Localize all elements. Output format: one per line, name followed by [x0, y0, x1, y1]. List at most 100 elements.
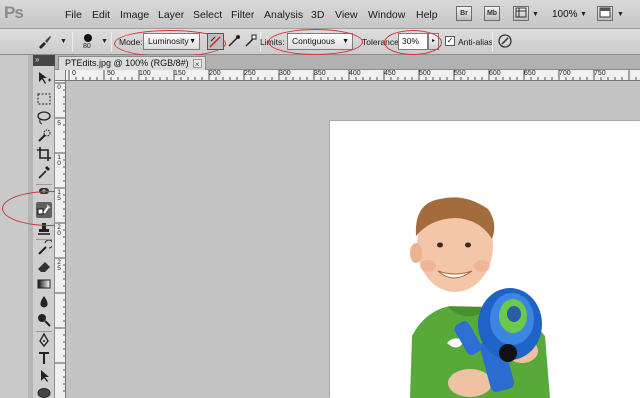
eyedropper-tool[interactable] [36, 164, 52, 180]
type-tool[interactable] [36, 350, 52, 366]
mini-bridge-button[interactable]: Mb [484, 6, 500, 21]
zoom-level[interactable]: 100% [552, 9, 578, 20]
document-canvas[interactable] [330, 121, 640, 398]
sampling-background-icon [245, 34, 257, 47]
menu-select[interactable]: Select [193, 9, 222, 21]
tools-panel-header[interactable]: » [33, 55, 55, 66]
ruler-ticks [55, 82, 65, 392]
eraser-tool[interactable] [36, 258, 52, 274]
chevron-down-icon[interactable]: ▼ [532, 11, 539, 18]
zoom-chevron-down-icon[interactable]: ▼ [580, 11, 587, 18]
bridge-button[interactable]: Br [456, 6, 472, 21]
gradient-icon [37, 279, 51, 289]
ruler-v-label: 2 5 [57, 259, 61, 272]
history-brush-icon [38, 239, 54, 255]
menu-layer[interactable]: Layer [158, 9, 184, 21]
quick-selection-tool[interactable] [36, 128, 52, 144]
menu-bar: Ps File Edit Image Layer Select Filter A… [0, 0, 640, 29]
view-extras-button[interactable] [513, 6, 529, 21]
ruler-h-label: 600 [489, 70, 501, 77]
ruler-v-label: 0 [57, 84, 61, 91]
ruler-h-label: 50 [107, 70, 115, 77]
sampling-continuous-button[interactable] [207, 33, 224, 50]
ruler-h-label: 450 [384, 70, 396, 77]
sampling-once-button[interactable] [226, 33, 243, 50]
move-icon [39, 72, 51, 84]
photoshop-logo: Ps [4, 3, 24, 22]
separator [72, 32, 73, 52]
preset-chevron-down-icon[interactable]: ▼ [60, 38, 67, 45]
ruler-h-label: 700 [559, 70, 571, 77]
shape-tool[interactable] [36, 385, 52, 398]
menu-window[interactable]: Window [368, 9, 405, 21]
marquee-icon [37, 93, 51, 105]
ruler-v-label: 1 5 [57, 189, 61, 202]
crop-tool[interactable] [36, 146, 52, 162]
menu-file[interactable]: File [65, 9, 82, 21]
blur-drop-icon [40, 296, 48, 308]
grid-icon [515, 7, 527, 18]
tablet-pressure-icon [498, 34, 512, 48]
sampling-continuous-icon [209, 36, 221, 48]
quick-selection-icon [38, 129, 51, 142]
crop-icon [37, 147, 51, 161]
pen-icon [39, 332, 49, 348]
ruler-h-label: 750 [594, 70, 606, 77]
menu-view[interactable]: View [335, 9, 358, 21]
ruler-v-label: 2 0 [57, 224, 61, 237]
menu-filter[interactable]: Filter [231, 9, 254, 21]
tools-panel: » [33, 55, 55, 398]
path-selection-tool[interactable] [36, 368, 52, 384]
eyedropper-icon [38, 166, 50, 179]
tool-preset-picker[interactable] [36, 33, 53, 50]
horizontal-ruler[interactable]: 0 50 100 150 200 250 300 350 400 450 500… [66, 70, 640, 81]
menu-analysis[interactable]: Analysis [264, 9, 303, 21]
arrange-documents-button[interactable] [597, 6, 613, 21]
dodge-tool[interactable] [36, 312, 52, 328]
vertical-ruler[interactable]: 0 5 1 0 1 5 2 0 2 5 [55, 81, 66, 398]
ruler-h-label: 550 [454, 70, 466, 77]
menu-help[interactable]: Help [416, 9, 438, 21]
ruler-h-label: 350 [314, 70, 326, 77]
ruler-h-label: 150 [174, 70, 186, 77]
blur-tool[interactable] [36, 294, 52, 310]
dodge-icon [38, 314, 51, 327]
tablet-pressure-button[interactable] [497, 33, 514, 50]
pen-tool[interactable] [36, 332, 52, 348]
anti-alias-label: Anti-alias [458, 37, 493, 47]
type-icon [39, 352, 49, 364]
close-icon[interactable]: × [192, 59, 202, 69]
red-annotation-ellipse [268, 29, 363, 55]
lasso-icon [37, 111, 51, 125]
anti-alias-checkbox[interactable]: ✓ [445, 36, 455, 46]
ruler-v-label: 5 [57, 120, 61, 127]
move-tool[interactable] [36, 70, 52, 86]
ruler-h-label: 300 [279, 70, 291, 77]
ruler-h-label: 250 [244, 70, 256, 77]
color-replacement-brush-icon [39, 36, 51, 49]
sampling-background-swatch-button[interactable] [243, 33, 260, 50]
gradient-tool[interactable] [36, 276, 52, 292]
sampling-once-icon [228, 35, 240, 47]
options-bar: ▼ 80 ▼ Mode: Luminosity ▼ Limits: Contig… [0, 29, 640, 57]
ruler-h-label: 650 [524, 70, 536, 77]
ruler-v-label: 1 0 [57, 154, 61, 167]
brush-chevron-down-icon[interactable]: ▼ [101, 38, 108, 45]
red-annotation-ellipse [384, 30, 442, 55]
history-brush-tool[interactable] [36, 239, 54, 256]
ruler-origin[interactable] [55, 70, 66, 81]
arrange-chevron-down-icon[interactable]: ▼ [617, 11, 624, 18]
ruler-h-label: 400 [349, 70, 361, 77]
menu-image[interactable]: Image [120, 9, 149, 21]
document-tab-bar: PTEdits.jpg @ 100% (RGB/8#) × [55, 55, 640, 70]
document-tab-title: PTEdits.jpg @ 100% (RGB/8#) [65, 58, 189, 68]
document-tab[interactable]: PTEdits.jpg @ 100% (RGB/8#) × [58, 56, 206, 70]
marquee-tool[interactable] [36, 91, 52, 107]
eraser-icon [38, 262, 50, 272]
lasso-tool[interactable] [36, 110, 52, 126]
separator [492, 32, 493, 52]
menu-3d[interactable]: 3D [311, 9, 324, 21]
menu-edit[interactable]: Edit [92, 9, 110, 21]
photo-child-with-water-gun [410, 197, 550, 398]
separator [111, 32, 112, 52]
